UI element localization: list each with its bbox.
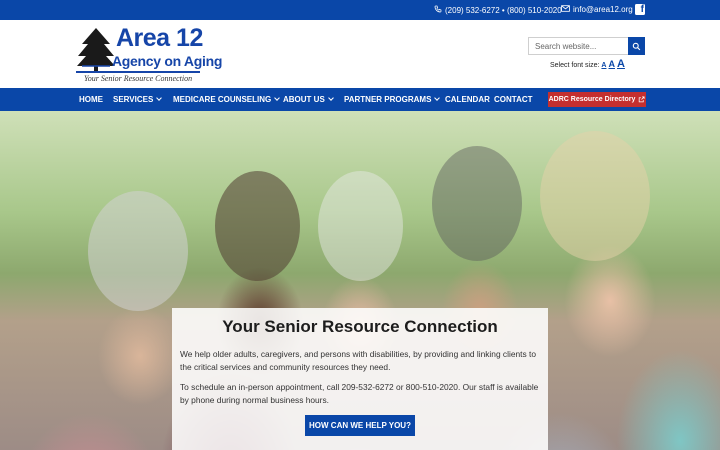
main-navigation: HOME SERVICES MEDICARE COUNSELING ABOUT … <box>0 88 720 111</box>
hero-photo-person <box>88 191 188 311</box>
nav-partner-programs[interactable]: PARTNER PROGRAMS <box>344 95 441 104</box>
nav-contact[interactable]: CONTACT <box>494 95 533 104</box>
how-can-we-help-button[interactable]: HOW CAN WE HELP YOU? <box>305 415 415 436</box>
phone-icon <box>434 5 442 15</box>
phone-contact[interactable]: (209) 532-6272 • (800) 510-2020 <box>434 5 562 15</box>
font-size-label: Select font size: <box>550 62 600 69</box>
adrc-directory-button[interactable]: ADRC Resource Directory <box>548 92 646 107</box>
font-size-small[interactable]: A <box>601 62 606 69</box>
top-utility-bar: (209) 532-6272 • (800) 510-2020 info@are… <box>0 0 720 20</box>
hero-content-card: Your Senior Resource Connection We help … <box>172 308 548 450</box>
nav-about-us[interactable]: ABOUT US <box>283 95 334 104</box>
chevron-down-icon <box>434 95 441 101</box>
chevron-down-icon <box>274 95 281 101</box>
logo-title: Area 12 <box>116 24 203 52</box>
external-link-icon <box>639 96 645 103</box>
search-icon <box>632 42 641 50</box>
nav-label: CONTACT <box>494 95 533 104</box>
font-size-selector: Select font size: A A A <box>550 58 625 70</box>
logo-subtitle: Agency on Aging <box>112 53 223 69</box>
nav-label: CALENDAR <box>445 95 490 104</box>
hero-photo-person <box>432 146 522 261</box>
tree-logo-icon <box>77 28 115 71</box>
nav-medicare-counseling[interactable]: MEDICARE COUNSELING <box>173 95 281 104</box>
nav-label: SERVICES <box>113 95 154 104</box>
nav-services[interactable]: SERVICES <box>113 95 163 104</box>
hero-appointment-info: To schedule an in-person appointment, ca… <box>180 382 539 405</box>
chevron-down-icon <box>327 95 334 101</box>
nav-calendar[interactable]: CALENDAR <box>445 95 490 104</box>
logo-tagline: Your Senior Resource Connection <box>84 74 193 83</box>
hero-photo-person <box>540 131 650 261</box>
hero-photo-person <box>318 171 403 281</box>
nav-home[interactable]: HOME <box>79 95 103 104</box>
nav-label: ABOUT US <box>283 95 325 104</box>
site-search <box>528 37 645 55</box>
hero-title: Your Senior Resource Connection <box>222 317 498 336</box>
nav-label: HOME <box>79 95 103 104</box>
facebook-icon[interactable]: f <box>635 4 645 15</box>
nav-label: PARTNER PROGRAMS <box>344 95 432 104</box>
phone-numbers: (209) 532-6272 • (800) 510-2020 <box>445 5 562 15</box>
site-header: Area 12 Agency on Aging Your Senior Reso… <box>0 20 720 88</box>
chevron-down-icon <box>156 95 163 101</box>
email-address: info@area12.org <box>573 5 633 14</box>
search-input[interactable] <box>528 37 628 55</box>
search-button[interactable] <box>628 37 645 55</box>
font-size-medium[interactable]: A <box>608 59 615 69</box>
hero-description: We help older adults, caregivers, and pe… <box>180 349 536 372</box>
mail-icon <box>561 5 570 14</box>
site-logo[interactable]: Area 12 Agency on Aging Your Senior Reso… <box>76 24 222 86</box>
adrc-label: ADRC Resource Directory <box>548 96 636 103</box>
nav-label: MEDICARE COUNSELING <box>173 95 272 104</box>
font-size-large[interactable]: A <box>617 58 625 70</box>
logo-divider <box>76 71 200 73</box>
hero-photo-person <box>215 171 300 281</box>
email-link[interactable]: info@area12.org <box>561 5 633 14</box>
